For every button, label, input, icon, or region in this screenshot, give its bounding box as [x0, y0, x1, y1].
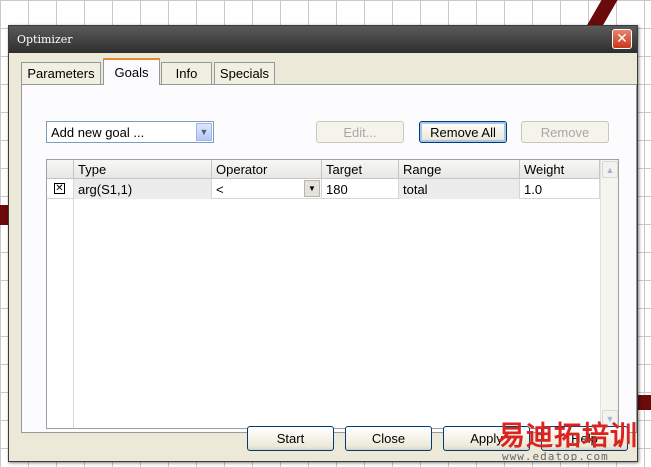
operator-value: < — [216, 181, 224, 197]
table-header: Type Operator Target Range Weight — [47, 160, 600, 179]
column-header-target[interactable]: Target — [322, 160, 399, 179]
type-cell[interactable]: arg(S1,1) — [74, 179, 212, 199]
close-button[interactable]: Close — [345, 426, 432, 451]
goals-table: Type Operator Target Range Weight ✕ arg(… — [46, 159, 619, 429]
window-title: Optimizer — [17, 33, 73, 46]
remove-all-button[interactable]: Remove All — [419, 121, 507, 143]
scroll-down-icon[interactable]: ▼ — [602, 410, 618, 427]
start-button[interactable]: Start — [247, 426, 334, 451]
target-cell[interactable]: 180 — [322, 179, 399, 199]
column-header-operator[interactable]: Operator — [212, 160, 322, 179]
goals-panel: Add new goal ... ▼ Edit... Remove All Re… — [21, 84, 637, 433]
tab-info[interactable]: Info — [161, 62, 212, 84]
background-stroke — [0, 205, 8, 225]
chevron-down-icon[interactable]: ▼ — [196, 123, 212, 141]
column-header-range[interactable]: Range — [399, 160, 520, 179]
close-icon[interactable]: ✕ — [612, 29, 632, 49]
title-bar: Optimizer ✕ — [9, 26, 637, 53]
chevron-down-icon[interactable]: ▼ — [304, 180, 320, 197]
add-goal-value: Add new goal ... — [51, 124, 145, 140]
tab-goals[interactable]: Goals — [103, 58, 160, 85]
add-goal-dropdown[interactable]: Add new goal ... ▼ — [46, 121, 214, 143]
operator-cell[interactable]: < ▼ — [212, 179, 322, 199]
tab-parameters[interactable]: Parameters — [21, 62, 101, 84]
optimizer-window: Optimizer ✕ Parameters Goals Info Specia… — [8, 25, 638, 462]
weight-cell[interactable]: 1.0 — [520, 179, 600, 199]
edit-button[interactable]: Edit... — [316, 121, 404, 143]
table-row[interactable]: ✕ arg(S1,1) < ▼ 180 total 1.0 — [47, 179, 600, 199]
range-cell[interactable]: total — [399, 179, 520, 199]
row-header-column — [47, 179, 74, 428]
background-stroke — [636, 395, 651, 410]
apply-button[interactable]: Apply — [443, 426, 530, 451]
help-button[interactable]: Help — [541, 426, 628, 451]
goal-enabled-checkbox[interactable]: ✕ — [54, 183, 65, 194]
column-header-weight[interactable]: Weight — [520, 160, 600, 179]
header-corner — [47, 160, 74, 179]
row-checkbox-cell[interactable]: ✕ — [47, 179, 74, 199]
vertical-scrollbar[interactable]: ▲ ▼ — [600, 160, 618, 428]
scroll-up-icon[interactable]: ▲ — [602, 161, 618, 178]
tab-specials[interactable]: Specials — [214, 62, 275, 84]
remove-button[interactable]: Remove — [521, 121, 609, 143]
column-header-type[interactable]: Type — [74, 160, 212, 179]
